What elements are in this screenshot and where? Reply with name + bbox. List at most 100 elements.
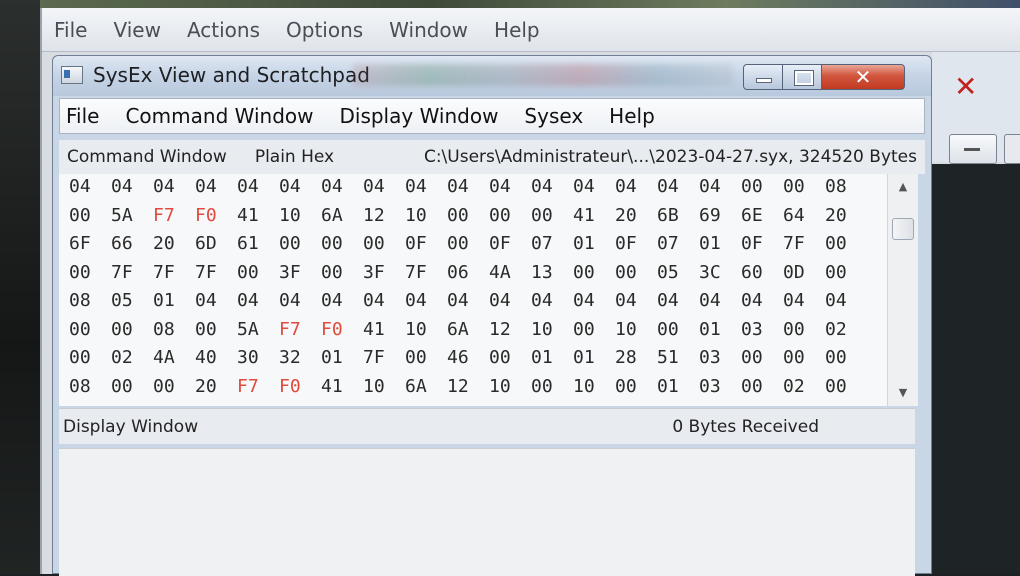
hex-row: 08 05 01 04 04 04 04 04 04 04 04 04 04 04 04 04 04 04 04 bbox=[69, 290, 867, 318]
scroll-up-arrow-icon[interactable]: ▲ bbox=[888, 176, 918, 198]
title-bar[interactable]: SysEx View and Scratchpad ✕ bbox=[53, 56, 931, 96]
hex-byte: 10 bbox=[615, 318, 637, 340]
hex-byte: 12 bbox=[489, 318, 511, 340]
parent-menu-actions[interactable]: Actions bbox=[187, 18, 260, 42]
hex-byte: 10 bbox=[405, 318, 427, 340]
hex-byte: 04 bbox=[447, 176, 469, 197]
hex-dump-area[interactable]: 04 04 04 04 04 04 04 04 04 04 04 04 04 04 04 04 00 00 08 00… bbox=[59, 174, 887, 406]
parent-menubar: File View Actions Options Window Help bbox=[42, 8, 1020, 52]
hex-byte: 04 bbox=[321, 290, 343, 311]
hex-byte: 4A bbox=[153, 347, 175, 368]
hex-byte: 00 bbox=[321, 261, 343, 283]
hex-byte: 00 bbox=[825, 375, 847, 397]
hex-byte: 04 bbox=[825, 290, 847, 311]
hex-byte: 4A bbox=[489, 261, 511, 283]
hex-byte: 30 bbox=[237, 347, 259, 368]
parent-close-icon[interactable]: ✕ bbox=[954, 70, 977, 103]
hex-byte: F0 bbox=[321, 318, 343, 340]
hex-byte: 6B bbox=[657, 204, 679, 226]
photo-background-left bbox=[0, 0, 40, 574]
hex-byte: 00 bbox=[321, 233, 343, 254]
menu-display-window[interactable]: Display Window bbox=[339, 104, 498, 128]
hex-byte: 00 bbox=[489, 204, 511, 226]
hex-byte: 00 bbox=[531, 375, 553, 397]
hex-byte: 6D bbox=[195, 233, 217, 254]
hex-byte: 00 bbox=[69, 261, 91, 283]
hex-byte: 41 bbox=[321, 375, 343, 397]
hex-byte: 5A bbox=[111, 204, 133, 226]
file-path-label: C:\Users\Administrateur\...\2023-04-27.s… bbox=[423, 147, 917, 167]
hex-byte: 07 bbox=[531, 233, 553, 254]
hex-byte: 7F bbox=[363, 347, 385, 368]
parent-menu-help[interactable]: Help bbox=[494, 18, 540, 42]
hex-byte: 41 bbox=[573, 204, 595, 226]
display-window-area[interactable] bbox=[59, 448, 915, 576]
hex-byte: 02 bbox=[783, 375, 805, 397]
hex-byte: 7F bbox=[153, 261, 175, 283]
hex-row: 04 04 04 04 04 04 04 04 04 04 04 04 04 04 04 04 00 00 08 bbox=[69, 176, 867, 204]
hex-byte: 01 bbox=[699, 233, 721, 254]
sysex-window: SysEx View and Scratchpad ✕ File Command… bbox=[52, 55, 932, 576]
hex-row: 6F 66 20 6D 61 00 00 00 0F 00 0F 07 01 0F 07 01 0F 7F 00 bbox=[69, 233, 867, 261]
hex-byte: 04 bbox=[321, 176, 343, 197]
hex-byte: 3C bbox=[699, 261, 721, 283]
menu-command-window[interactable]: Command Window bbox=[125, 104, 313, 128]
menu-file[interactable]: File bbox=[66, 104, 99, 128]
hex-byte: 12 bbox=[363, 204, 385, 226]
display-pane-header: Display Window 0 Bytes Received bbox=[59, 408, 915, 444]
hex-byte: 61 bbox=[237, 233, 259, 254]
hex-byte: 03 bbox=[699, 375, 721, 397]
hex-byte: 0F bbox=[615, 233, 637, 254]
hex-byte: 00 bbox=[741, 176, 763, 197]
hex-byte: 12 bbox=[447, 375, 469, 397]
close-button[interactable]: ✕ bbox=[821, 64, 905, 90]
menu-help[interactable]: Help bbox=[609, 104, 655, 128]
hex-byte: 08 bbox=[825, 176, 847, 197]
hex-byte: 00 bbox=[69, 318, 91, 340]
hex-byte: 00 bbox=[489, 347, 511, 368]
hex-byte: 04 bbox=[531, 290, 553, 311]
hex-byte: 00 bbox=[111, 318, 133, 340]
hex-byte: 6F bbox=[69, 233, 91, 254]
parent-minimize-button[interactable] bbox=[949, 134, 997, 164]
hex-byte: F0 bbox=[279, 375, 301, 397]
menu-sysex[interactable]: Sysex bbox=[524, 104, 583, 128]
hex-byte: 08 bbox=[153, 318, 175, 340]
parent-menu-view[interactable]: View bbox=[113, 18, 160, 42]
hex-byte: 20 bbox=[195, 375, 217, 397]
hex-byte: 04 bbox=[363, 290, 385, 311]
hex-byte: 04 bbox=[531, 176, 553, 197]
hex-byte: 20 bbox=[615, 204, 637, 226]
menu-bar: File Command Window Display Window Sysex… bbox=[59, 98, 925, 134]
hex-byte: F7 bbox=[237, 375, 259, 397]
hex-byte: 04 bbox=[489, 290, 511, 311]
hex-byte: 6E bbox=[741, 204, 763, 226]
hex-row: 00 00 08 00 5A F7 F0 41 10 6A 12 10 00 10 00 01 03 00 02 bbox=[69, 319, 867, 347]
parent-restore-button[interactable] bbox=[1004, 134, 1020, 164]
hex-byte: 00 bbox=[741, 375, 763, 397]
hex-byte: 00 bbox=[825, 347, 847, 368]
scroll-down-arrow-icon[interactable]: ▼ bbox=[888, 382, 918, 404]
display-mode-label: Plain Hex bbox=[254, 147, 335, 167]
hex-byte: 5A bbox=[237, 318, 259, 340]
parent-menu-window[interactable]: Window bbox=[389, 18, 468, 42]
hex-byte: F7 bbox=[153, 204, 175, 226]
hex-byte: 01 bbox=[657, 375, 679, 397]
hex-byte: 01 bbox=[573, 347, 595, 368]
vertical-scrollbar[interactable]: ▲ ▼ bbox=[887, 174, 918, 406]
minimize-button[interactable] bbox=[743, 64, 783, 90]
maximize-button[interactable] bbox=[782, 64, 822, 90]
parent-menu-file[interactable]: File bbox=[54, 18, 87, 42]
bytes-received-label: 0 Bytes Received bbox=[672, 416, 819, 437]
hex-byte: 04 bbox=[573, 290, 595, 311]
hex-byte: 04 bbox=[237, 176, 259, 197]
hex-byte: 04 bbox=[111, 176, 133, 197]
hex-byte: 04 bbox=[699, 290, 721, 311]
window-title: SysEx View and Scratchpad bbox=[93, 63, 370, 87]
scroll-thumb[interactable] bbox=[892, 218, 914, 240]
parent-menu-options[interactable]: Options bbox=[286, 18, 363, 42]
hex-byte: 08 bbox=[69, 375, 91, 397]
hex-byte: 02 bbox=[825, 318, 847, 340]
hex-byte: 04 bbox=[69, 176, 91, 197]
hex-byte: 41 bbox=[363, 318, 385, 340]
